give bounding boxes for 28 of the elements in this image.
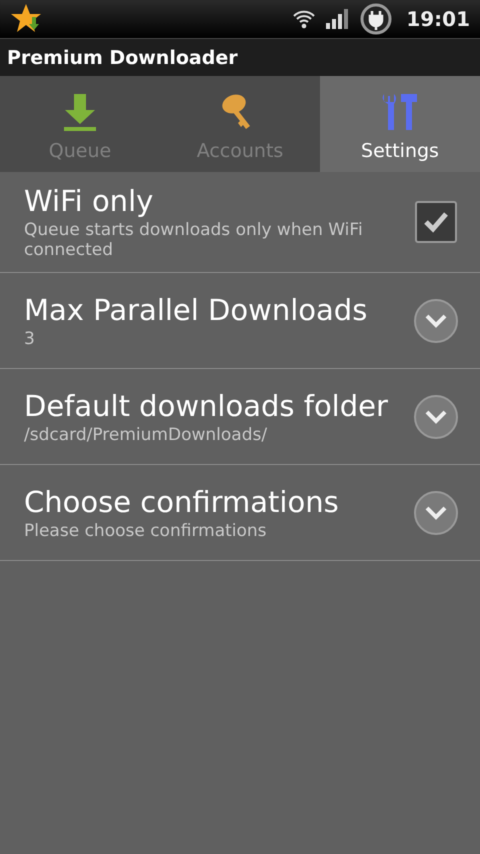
settings-row[interactable]: Default downloads folder /sdcard/PremiumDownloads/ — [0, 369, 480, 465]
window-title: Premium Downloader — [7, 46, 238, 68]
setting-summary: Queue starts downloads only when WiFi connected — [24, 220, 364, 260]
dropdown-button[interactable] — [414, 394, 458, 438]
checkbox[interactable] — [415, 201, 457, 243]
battery-charging-icon — [360, 3, 392, 35]
chevron-down-icon — [424, 504, 448, 520]
checkmark-icon — [423, 211, 449, 233]
settings-row[interactable]: Choose confirmations Please choose confirmations — [0, 465, 480, 561]
setting-summary: /sdcard/PremiumDownloads/ — [24, 424, 268, 444]
settings-row[interactable]: Max Parallel Downloads 3 — [0, 273, 480, 369]
chevron-down-icon — [424, 312, 448, 328]
setting-title: Choose confirmations — [24, 484, 340, 518]
tab[interactable]: Settings — [320, 76, 480, 172]
signal-icon — [326, 9, 350, 29]
wifi-icon — [292, 8, 316, 30]
setting-title: WiFi only — [24, 184, 154, 218]
dropdown-button[interactable] — [414, 490, 458, 534]
setting-summary: Please choose confirmations — [24, 520, 268, 540]
setting-title: Default downloads folder — [24, 388, 389, 422]
settings-row[interactable]: WiFi only Queue starts downloads only when WiFi connected — [0, 172, 480, 273]
download-arrow-icon — [63, 92, 97, 132]
dropdown-button[interactable] — [414, 298, 458, 342]
clock: 19:01 — [406, 7, 470, 31]
chevron-down-icon — [424, 408, 448, 424]
tools-icon — [381, 92, 419, 132]
setting-title: Max Parallel Downloads — [24, 292, 368, 326]
setting-summary: 3 — [24, 328, 36, 348]
